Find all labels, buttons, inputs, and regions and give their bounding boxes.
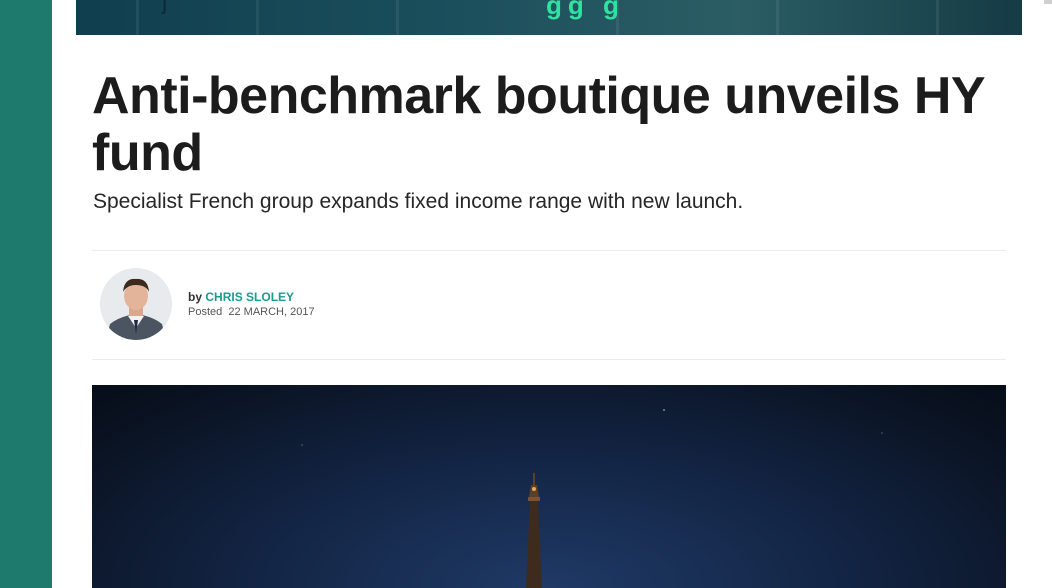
hero-image[interactable] bbox=[92, 385, 1006, 588]
posted-date: 22 MARCH, 2017 bbox=[228, 306, 315, 318]
banner-decoration-text: ɡɡ ɡ bbox=[546, 0, 625, 20]
author-avatar[interactable] bbox=[100, 268, 172, 340]
article-headline: Anti-benchmark boutique unveils HY fund bbox=[92, 67, 985, 182]
left-rail bbox=[0, 0, 52, 588]
eiffel-tower-icon bbox=[301, 409, 883, 588]
scrollbar[interactable] bbox=[1044, 0, 1052, 4]
byline: by CHRIS SLOLEY bbox=[188, 290, 294, 304]
divider-bottom bbox=[92, 359, 1006, 360]
posted-info: Posted 22 MARCH, 2017 bbox=[188, 306, 315, 318]
divider-top bbox=[92, 250, 1006, 251]
top-banner-ad[interactable]: ȷ ɡɡ ɡ bbox=[76, 0, 1022, 35]
posted-label: Posted bbox=[188, 306, 223, 318]
article-standfirst: Specialist French group expands fixed in… bbox=[93, 190, 744, 213]
byline-prefix: by bbox=[188, 290, 203, 304]
banner-decoration-left: ȷ bbox=[162, 0, 168, 15]
author-photo-icon bbox=[100, 268, 172, 340]
author-link[interactable]: CHRIS SLOLEY bbox=[205, 290, 294, 304]
